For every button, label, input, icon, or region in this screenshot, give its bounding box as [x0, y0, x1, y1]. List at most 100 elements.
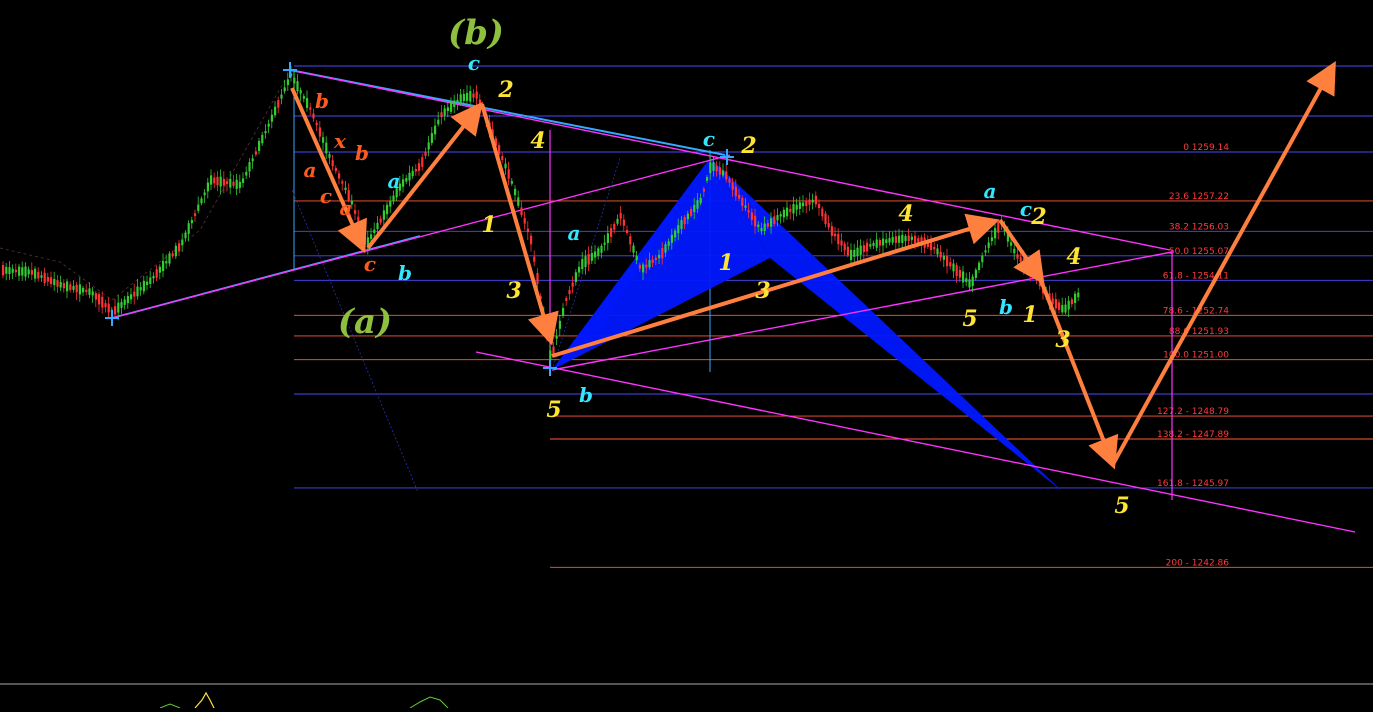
- candle-body: [504, 163, 507, 169]
- candle-body: [830, 226, 833, 236]
- candle-body: [702, 188, 705, 192]
- candle-body: [424, 152, 427, 156]
- candle-body: [770, 218, 773, 227]
- candle-body: [411, 170, 414, 176]
- wave-label: 1: [718, 250, 733, 276]
- indicator-line: [194, 691, 215, 709]
- candle-body: [645, 264, 648, 268]
- candle-body: [190, 220, 193, 224]
- wave-label: 5: [962, 306, 977, 332]
- candle-body: [763, 223, 766, 232]
- candle-body: [312, 113, 315, 119]
- price-chart-svg: 0 1259.14 23.6 1257.22 38.2 1256.03 50.0 12…: [0, 13, 1373, 709]
- candle-body: [222, 178, 225, 186]
- candle-body: [194, 213, 197, 217]
- candle-body: [248, 162, 251, 172]
- candle-body: [942, 255, 945, 260]
- candle-body: [299, 90, 302, 94]
- candle-body: [162, 260, 165, 272]
- candle-body: [322, 137, 325, 143]
- candle-body: [379, 218, 382, 223]
- candle-body: [686, 213, 689, 220]
- candle-body: [1061, 304, 1064, 313]
- wave-label: 4: [530, 128, 545, 154]
- candle-body: [814, 195, 817, 205]
- candle-body: [776, 215, 779, 221]
- wave-label: 2: [740, 133, 756, 159]
- candle-body: [1026, 264, 1029, 268]
- candle-body: [427, 142, 430, 150]
- candle-body: [21, 267, 24, 276]
- candle-body: [373, 229, 376, 234]
- candle-body: [46, 277, 49, 282]
- candle-body: [530, 235, 533, 245]
- candle-body: [510, 181, 513, 184]
- candle-body: [744, 205, 747, 208]
- candle-body: [939, 251, 942, 258]
- candle-body: [978, 262, 981, 271]
- candle-body: [430, 133, 433, 143]
- candle-body: [590, 252, 593, 261]
- candle-body: [5, 266, 8, 274]
- candle-body: [843, 243, 846, 251]
- wave-label: a: [304, 158, 317, 182]
- candle-body: [1067, 300, 1070, 310]
- candle-body: [866, 242, 869, 252]
- candle-body: [414, 168, 417, 172]
- wave-label: 2: [1030, 204, 1046, 230]
- candle-body: [821, 208, 824, 217]
- candle-body: [85, 289, 88, 292]
- candle-body: [962, 271, 965, 283]
- fib-level-label: 88.6 1251.93: [1169, 327, 1229, 337]
- candle-body: [158, 266, 161, 273]
- candle-body: [696, 200, 699, 209]
- fib-level-label: 0 1259.14: [1183, 143, 1229, 153]
- candle-body: [370, 234, 373, 239]
- candle-body: [386, 204, 389, 215]
- candle-body: [507, 169, 510, 179]
- candle-body: [408, 172, 411, 181]
- candle-body: [648, 260, 651, 268]
- candle-body: [178, 243, 181, 252]
- wave-label: c: [364, 252, 376, 276]
- candle-body: [597, 248, 600, 256]
- candle-body: [219, 176, 222, 187]
- harmonic-triangle-right: [710, 158, 1063, 492]
- candle-body: [11, 268, 14, 273]
- candle-body: [206, 182, 209, 192]
- candle-body: [824, 213, 827, 225]
- candle-body: [952, 263, 955, 272]
- candle-body: [610, 228, 613, 237]
- candle-body: [120, 302, 123, 308]
- candle-body: [910, 236, 913, 240]
- candle-body: [267, 123, 270, 127]
- candle-body: [894, 236, 897, 243]
- candle-body: [949, 262, 952, 267]
- candle-body: [1064, 304, 1067, 313]
- candle-body: [683, 216, 686, 225]
- candle-body: [872, 242, 875, 246]
- candle-body: [549, 350, 552, 360]
- candle-body: [552, 346, 555, 355]
- wave-label: 4: [898, 201, 913, 227]
- candle-body: [302, 96, 305, 99]
- candle-body: [446, 107, 449, 112]
- candle-body: [568, 290, 571, 295]
- wave-label: c: [1020, 197, 1032, 221]
- candle-body: [808, 199, 811, 205]
- candle-body: [155, 269, 158, 278]
- candle-body: [1054, 299, 1057, 309]
- candle-body: [661, 248, 664, 259]
- candle-body: [587, 253, 590, 265]
- candle-body: [997, 221, 1000, 233]
- candle-body: [405, 178, 408, 182]
- candle-body: [779, 214, 782, 217]
- candle-body: [478, 99, 481, 105]
- candle-body: [946, 255, 949, 267]
- wave-label: 3: [506, 278, 521, 304]
- fib-level-label: 161.8 - 1245.97: [1157, 479, 1229, 489]
- candle-body: [1077, 292, 1080, 298]
- candle-body: [629, 236, 632, 245]
- candle-body: [738, 194, 741, 199]
- candle-body: [296, 81, 299, 92]
